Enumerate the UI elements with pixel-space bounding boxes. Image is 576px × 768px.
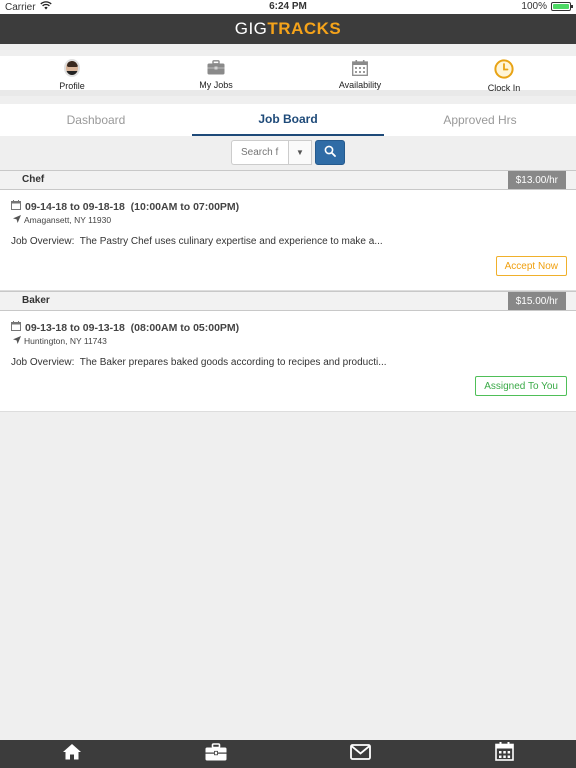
briefcase-icon — [206, 59, 226, 76]
search-filter-dropdown[interactable]: ▼ — [288, 140, 312, 165]
tab-bar: Dashboard Job Board Approved Hrs — [0, 104, 576, 136]
logo-tracks: TRACKS — [267, 19, 342, 38]
search-row: ▼ — [0, 139, 576, 166]
job-location-text: Amagansett, NY 11930 — [24, 215, 112, 225]
assigned-to-you-button[interactable]: Assigned To You — [475, 376, 567, 396]
job-rate-badge: $15.00/hr — [507, 292, 566, 310]
search-icon — [324, 144, 336, 162]
app-header: GIG TRACKS — [0, 14, 576, 44]
job-dates: 09-13-18 to 09-13-18 (08:00AM to 05:00PM… — [11, 321, 239, 334]
status-time: 6:24 PM — [269, 1, 307, 12]
bottom-tab-bar — [0, 740, 576, 768]
job-card[interactable]: 09-13-18 to 09-13-18 (08:00AM to 05:00PM… — [0, 311, 576, 412]
calendar-icon — [11, 200, 21, 213]
search-input[interactable] — [231, 140, 288, 165]
job-dates-text: 09-13-18 to 09-13-18 (08:00AM to 05:00PM… — [25, 321, 240, 334]
battery-info: 100% — [521, 1, 573, 12]
search-group: ▼ — [231, 140, 345, 165]
bottom-jobs[interactable] — [144, 740, 288, 768]
job-title: Chef — [22, 174, 45, 185]
job-overview: Job Overview: The Pastry Chef uses culin… — [11, 236, 383, 247]
nav-my-jobs-label: My Jobs — [199, 80, 233, 90]
job-dates: 09-14-18 to 09-18-18 (10:00AM to 07:00PM… — [11, 200, 239, 213]
job-title: Baker — [22, 295, 50, 306]
tab-dashboard[interactable]: Dashboard — [0, 104, 192, 136]
location-arrow-icon — [13, 215, 21, 225]
status-bar: Carrier 6:24 PM 100% — [0, 0, 576, 14]
bottom-calendar[interactable] — [432, 740, 576, 768]
tab-approved-hrs[interactable]: Approved Hrs — [384, 104, 576, 136]
nav-availability-label: Availability — [338, 80, 382, 90]
job-location-text: Huntington, NY 11743 — [24, 336, 107, 346]
battery-percent: 100% — [521, 1, 547, 12]
top-nav: Profile My Jobs Availability Clock In — [0, 56, 576, 96]
calendar-icon — [350, 59, 370, 76]
briefcase-icon — [205, 742, 227, 766]
envelope-icon — [349, 743, 371, 765]
job-location: Huntington, NY 11743 — [13, 336, 107, 346]
profile-avatar — [62, 59, 82, 77]
nav-profile[interactable]: Profile — [0, 56, 144, 91]
home-icon — [62, 743, 82, 765]
accept-now-button[interactable]: Accept Now — [495, 256, 567, 276]
job-dates-text: 09-14-18 to 09-18-18 (10:00AM to 07:00PM… — [25, 200, 240, 213]
job-header: Chef $13.00/hr — [0, 170, 576, 190]
job-rate-badge: $13.00/hr — [507, 171, 566, 189]
job-location: Amagansett, NY 11930 — [13, 215, 111, 225]
clock-icon — [494, 59, 514, 79]
bottom-messages[interactable] — [288, 740, 432, 768]
logo-gig: GIG — [234, 19, 268, 38]
nav-clock-in-label: Clock In — [487, 83, 521, 93]
nav-my-jobs[interactable]: My Jobs — [144, 56, 288, 90]
bottom-home[interactable] — [0, 740, 144, 768]
job-header: Baker $15.00/hr — [0, 291, 576, 311]
nav-availability[interactable]: Availability — [288, 56, 432, 90]
battery-icon — [551, 2, 573, 11]
tab-job-board[interactable]: Job Board — [192, 104, 384, 136]
calendar-icon — [494, 742, 514, 766]
location-arrow-icon — [13, 336, 21, 346]
search-button[interactable] — [315, 140, 345, 165]
calendar-icon — [11, 321, 21, 334]
caret-down-icon: ▼ — [296, 148, 304, 157]
nav-clock-in[interactable]: Clock In — [432, 56, 576, 93]
job-card[interactable]: 09-14-18 to 09-18-18 (10:00AM to 07:00PM… — [0, 190, 576, 291]
nav-profile-label: Profile — [59, 81, 85, 91]
job-overview: Job Overview: The Baker prepares baked g… — [11, 357, 387, 368]
